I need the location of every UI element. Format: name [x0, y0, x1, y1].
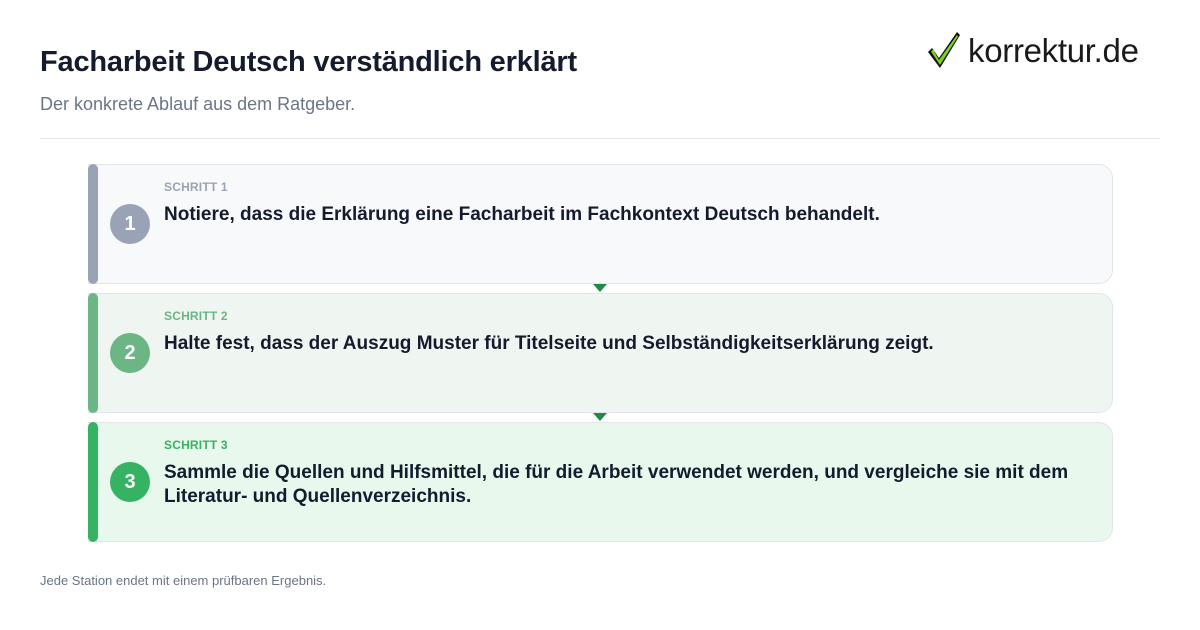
page: Facharbeit Deutsch verständlich erklärt …: [0, 0, 1200, 630]
step-number-badge: 2: [110, 333, 150, 373]
step-label: SCHRITT 2: [164, 309, 228, 323]
page-title: Facharbeit Deutsch verständlich erklärt: [40, 46, 577, 78]
step-card-3: 3 SCHRITT 3 Sammle die Quellen und Hilfs…: [88, 422, 1113, 542]
step-accent-bar: [88, 293, 98, 413]
step-connector-arrow-icon: [593, 413, 607, 421]
step-card-1: 1 SCHRITT 1 Notiere, dass die Erklärung …: [88, 164, 1113, 284]
footer-note: Jede Station endet mit einem prüfbaren E…: [40, 573, 327, 588]
step-connector-arrow-icon: [593, 284, 607, 292]
step-card-2: 2 SCHRITT 2 Halte fest, dass der Auszug …: [88, 293, 1113, 413]
step-label: SCHRITT 1: [164, 180, 228, 194]
step-label: SCHRITT 3: [164, 438, 228, 452]
brand-name: korrektur.de: [968, 31, 1139, 69]
checkmark-icon: [928, 32, 960, 68]
brand-logo[interactable]: korrektur.de: [926, 30, 1139, 70]
step-accent-bar: [88, 422, 98, 542]
step-number-badge: 3: [110, 462, 150, 502]
step-number-badge: 1: [110, 204, 150, 244]
step-text: Halte fest, dass der Auszug Muster für T…: [164, 333, 934, 354]
step-accent-bar: [88, 164, 98, 284]
step-text: Sammle die Quellen und Hilfsmittel, die …: [164, 462, 1069, 507]
header-divider: [40, 138, 1160, 139]
step-text: Notiere, dass die Erklärung eine Facharb…: [164, 204, 880, 225]
page-subtitle: Der konkrete Ablauf aus dem Ratgeber.: [40, 94, 356, 114]
